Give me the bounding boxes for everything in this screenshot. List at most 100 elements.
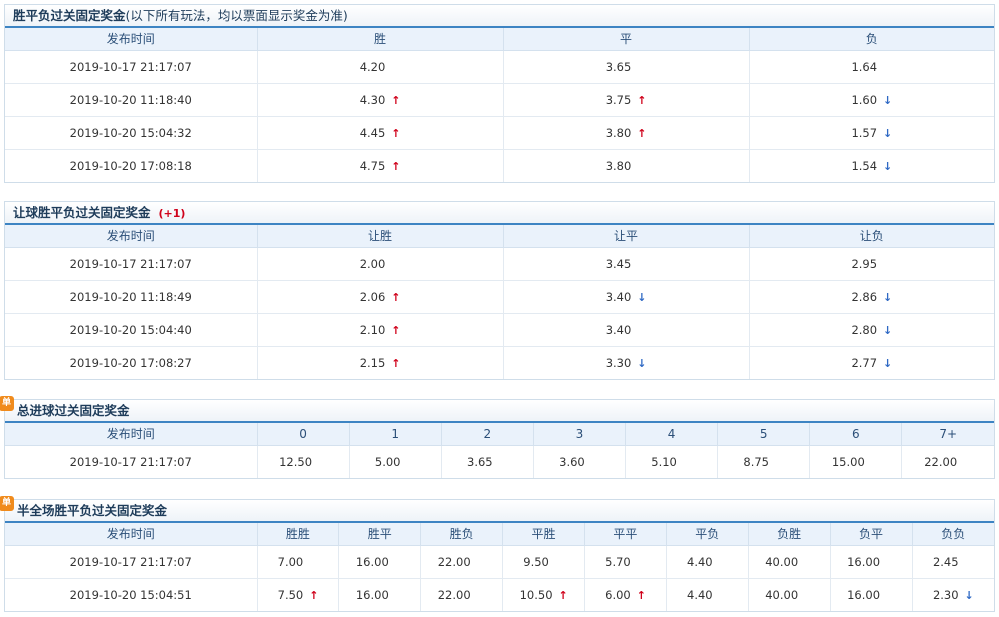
odds-value: 16.00 (847, 587, 881, 602)
odds-cell: 22.00 (420, 545, 504, 579)
odds-cell: 8.75 (717, 445, 811, 478)
odds-cell: 1.60 ↓ (749, 83, 994, 117)
odds-value: 2.80 (851, 322, 878, 337)
odds-value: 3.80 (605, 158, 632, 173)
section-title-text: 半全场胜平负过关固定奖金 (17, 503, 168, 518)
table-row: 2019-10-20 15:04:32 4.45 ↑ 3.80 ↑ 1.57 ↓ (5, 116, 994, 150)
odds-cell: 22.00 (420, 578, 504, 611)
odds-cell: 40.00 (748, 545, 831, 579)
section-half-full-time: 单 半全场胜平负过关固定奖金 发布时间 胜胜 胜平 胜负 平胜 平平 平负 负胜 负平 负负 20… (0, 496, 995, 612)
arrow-down-icon: ↓ (883, 356, 893, 370)
odds-cell: 3.45 (503, 247, 750, 281)
odds-value: 2.15 (359, 355, 386, 370)
column-header: 平平 (584, 523, 667, 546)
odds-cell: 2.45 (912, 545, 994, 579)
odds-value: 2.30 (932, 587, 959, 602)
publish-time: 2019-10-17 21:17:07 (5, 50, 258, 84)
arrow-up-icon: ↑ (391, 93, 401, 107)
odds-table: 发布时间 胜胜 胜平 胜负 平胜 平平 平负 负胜 负平 负负 2019-10-17 21:17:… (5, 523, 994, 611)
odds-value: 3.75 (605, 92, 632, 107)
column-header-time: 发布时间 (5, 423, 258, 446)
odds-cell: 6.00 ↑ (584, 578, 667, 611)
column-header: 负平 (830, 523, 913, 546)
section-title-text: 总进球过关固定奖金 (17, 403, 130, 418)
section-title: 单 半全场胜平负过关固定奖金 (0, 496, 994, 523)
odds-value: 5.10 (651, 454, 677, 469)
odds-value: 2.86 (851, 289, 878, 304)
odds-cell: 9.50 (502, 545, 585, 579)
section-title: 胜平负过关固定奖金(以下所有玩法，均以票面显示奖金为准) (5, 5, 994, 28)
odds-cell: 16.00 (830, 545, 913, 579)
section-title: 单 总进球过关固定奖金 (0, 396, 994, 423)
column-header: 1 (349, 423, 442, 446)
single-badge-icon: 单 (0, 496, 14, 511)
column-header-time: 发布时间 (5, 28, 258, 51)
odds-cell: 3.75 ↑ (503, 83, 750, 117)
column-header: 6 (809, 423, 903, 446)
odds-cell: 4.45 ↑ (257, 116, 504, 150)
table-row: 2019-10-20 15:04:40 2.10 ↑ 3.40 2.80 ↓ (5, 313, 994, 347)
column-header: 让胜 (257, 225, 504, 248)
odds-value: 22.00 (437, 554, 471, 569)
single-badge-icon: 单 (0, 396, 14, 411)
section-handicap-win-draw-lose: 让球胜平负过关固定奖金 (+1) 发布时间 让胜 让平 让负 2019-10-17 21… (4, 201, 995, 380)
publish-time: 2019-10-20 11:18:49 (5, 280, 258, 314)
odds-value: 2.77 (851, 355, 878, 370)
section-title-text: 胜平负过关固定奖金 (13, 8, 126, 23)
odds-value: 40.00 (765, 554, 799, 569)
odds-value: 7.00 (277, 554, 304, 569)
column-header: 让负 (749, 225, 994, 248)
odds-value: 1.60 (851, 92, 878, 107)
publish-time: 2019-10-20 17:08:18 (5, 149, 258, 182)
odds-cell: 5.10 (625, 445, 719, 478)
odds-value: 3.65 (605, 59, 632, 74)
column-header: 胜 (257, 28, 504, 51)
odds-value: 3.60 (559, 454, 585, 469)
arrow-up-icon: ↑ (637, 126, 647, 140)
section-note: (以下所有玩法，均以票面显示奖金为准) (125, 8, 348, 23)
odds-cell: 2.95 (749, 247, 994, 281)
odds-value: 5.00 (374, 454, 401, 469)
publish-time: 2019-10-20 15:04:51 (5, 578, 258, 611)
odds-cell: 16.00 (338, 545, 422, 579)
arrow-down-icon: ↓ (883, 126, 893, 140)
odds-cell: 1.64 (749, 50, 994, 84)
odds-cell: 5.70 (584, 545, 667, 579)
publish-time: 2019-10-20 15:04:40 (5, 313, 258, 347)
arrow-up-icon: ↑ (636, 588, 646, 602)
odds-value: 1.54 (851, 158, 878, 173)
odds-cell: 4.40 (666, 545, 749, 579)
odds-cell: 2.15 ↑ (257, 346, 504, 379)
header-row: 发布时间 胜胜 胜平 胜负 平胜 平平 平负 负胜 负平 负负 (5, 523, 994, 546)
odds-cell: 1.57 ↓ (749, 116, 994, 150)
odds-value: 4.45 (359, 125, 386, 140)
table-row: 2019-10-20 11:18:40 4.30 ↑ 3.75 ↑ 1.60 ↓ (5, 83, 994, 117)
column-header: 负胜 (748, 523, 831, 546)
odds-value: 16.00 (355, 554, 389, 569)
table-row: 2019-10-17 21:17:07 12.50 5.00 3.65 3.60 5.10… (5, 445, 994, 478)
table-row: 2019-10-17 21:17:07 4.20 3.65 1.64 (5, 50, 994, 84)
column-header: 0 (257, 423, 350, 446)
odds-value: 4.75 (359, 158, 386, 173)
section-total-goals: 单 总进球过关固定奖金 发布时间 0 1 2 3 4 5 6 7+ 2019-10-17 21:… (0, 396, 995, 479)
odds-cell: 12.50 (257, 445, 350, 478)
section-title: 让球胜平负过关固定奖金 (+1) (5, 202, 994, 225)
column-header: 3 (533, 423, 627, 446)
odds-value: 5.70 (605, 554, 631, 569)
odds-value: 2.45 (932, 554, 959, 569)
odds-cell: 15.00 (809, 445, 903, 478)
odds-value: 4.40 (687, 587, 713, 602)
odds-value: 16.00 (355, 587, 389, 602)
odds-value: 10.50 (519, 587, 553, 602)
odds-cell: 2.77 ↓ (749, 346, 994, 379)
publish-time: 2019-10-17 21:17:07 (5, 445, 258, 478)
section-win-draw-lose: 胜平负过关固定奖金(以下所有玩法，均以票面显示奖金为准) 发布时间胜平负 201… (4, 4, 995, 183)
odds-value: 3.30 (605, 355, 632, 370)
odds-value: 2.00 (359, 256, 386, 271)
column-header: 平 (503, 28, 750, 51)
odds-value: 6.00 (605, 587, 631, 602)
odds-value: 4.30 (359, 92, 386, 107)
column-header-time: 发布时间 (5, 225, 258, 248)
arrow-down-icon: ↓ (883, 93, 893, 107)
column-header: 4 (625, 423, 719, 446)
